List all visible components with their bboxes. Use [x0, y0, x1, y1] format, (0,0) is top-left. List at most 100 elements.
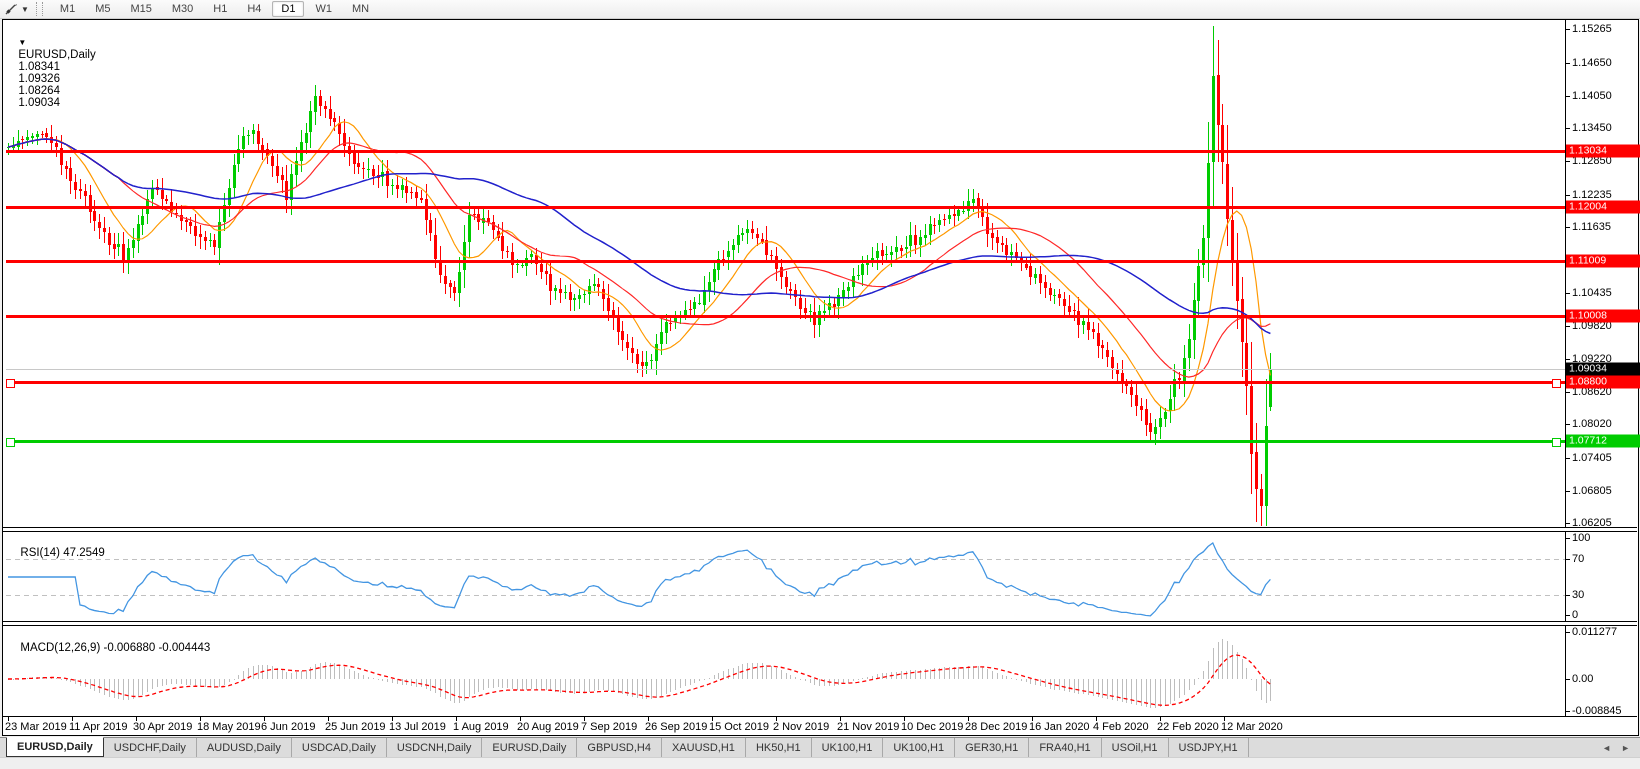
chart-ohlc-header: ▼ EURUSD,Daily 1.08341 1.09326 1.08264 1…	[12, 25, 99, 109]
macd-axis-label: 0.011277	[1572, 626, 1617, 638]
macd-axis-tick	[1565, 679, 1570, 680]
rsi-indicator-canvas[interactable]	[6, 532, 1565, 621]
timeframe-button-mn[interactable]: MN	[343, 1, 378, 17]
timeframe-button-m15[interactable]: M15	[121, 1, 160, 17]
macd-axis-label: -0.008845	[1572, 705, 1622, 717]
symbol-tab-fra40-h1[interactable]: FRA40,H1	[1029, 738, 1101, 757]
date-axis-label: 25 Jun 2019	[325, 721, 386, 733]
line-drag-handle[interactable]	[6, 438, 15, 447]
horizontal-line-object[interactable]	[6, 381, 1565, 384]
timeframe-button-m30[interactable]: M30	[163, 1, 202, 17]
price-axis-tick	[1565, 96, 1570, 97]
symbol-tab-usdcnh-daily[interactable]: USDCNH,Daily	[387, 738, 483, 757]
timeframe-button-w1[interactable]: W1	[306, 1, 341, 17]
price-axis-tick	[1565, 227, 1570, 228]
horizontal-line-object[interactable]	[6, 440, 1565, 443]
tab-scroll-right-icon[interactable]: ►	[1621, 743, 1630, 753]
date-axis-label: 22 Feb 2020	[1157, 721, 1219, 733]
symbol-tab-audusd-daily[interactable]: AUDUSD,Daily	[197, 738, 292, 757]
line-drag-handle[interactable]	[1552, 379, 1561, 388]
status-strip	[0, 757, 1640, 769]
price-level-badge: 1.07712	[1566, 435, 1640, 448]
macd-axis-tick	[1565, 632, 1570, 633]
price-level-badge: 1.10008	[1566, 310, 1640, 323]
line-drag-handle[interactable]	[1552, 438, 1561, 447]
timeframe-button-group: M1M5M15M30H1H4D1W1MN	[46, 0, 383, 18]
current-price-line[interactable]	[6, 369, 1565, 370]
timeframe-button-h4[interactable]: H4	[238, 1, 270, 17]
ohlc-high: 1.09326	[18, 73, 60, 85]
date-axis-label: 26 Sep 2019	[645, 721, 707, 733]
macd-indicator-canvas[interactable]	[6, 626, 1565, 716]
price-axis-tick	[1565, 326, 1570, 327]
macd-pane-label: MACD(12,26,9) -0.006880 -0.004443	[14, 630, 210, 654]
rsi-axis-label: 30	[1572, 589, 1584, 601]
price-level-badge: 1.09034	[1566, 363, 1640, 376]
price-axis-label: 1.06205	[1572, 517, 1612, 529]
date-axis-label: 6 Jun 2019	[261, 721, 315, 733]
price-axis-tick	[1565, 458, 1570, 459]
symbol-tab-hk50-h1[interactable]: HK50,H1	[746, 738, 812, 757]
macd-axis-label: 0.00	[1572, 673, 1593, 685]
toolbar-drag-handle[interactable]	[36, 2, 43, 16]
line-drag-handle[interactable]	[6, 379, 15, 388]
date-axis-label: 2 Nov 2019	[773, 721, 829, 733]
rsi-axis-label: 100	[1572, 532, 1590, 544]
tool-dropdown-caret-icon[interactable]: ▼	[21, 5, 29, 14]
symbol-tab-bar: EURUSD,DailyUSDCHF,DailyAUDUSD,DailyUSDC…	[0, 737, 1640, 757]
rsi-axis-tick	[1565, 595, 1570, 596]
price-level-badge: 1.08800	[1566, 376, 1640, 389]
rsi-axis-tick	[1565, 538, 1570, 539]
chart-header-collapse-icon[interactable]: ▼	[18, 38, 26, 47]
price-axis-label: 1.10435	[1572, 287, 1612, 299]
date-axis-label: 20 Aug 2019	[517, 721, 579, 733]
price-axis-label: 1.08020	[1572, 418, 1612, 430]
rsi-pane-label: RSI(14) 47.2549	[14, 535, 105, 559]
timeframe-button-h1[interactable]: H1	[204, 1, 236, 17]
symbol-tab-uk100-h1[interactable]: UK100,H1	[883, 738, 955, 757]
ohlc-low: 1.08264	[18, 85, 60, 97]
date-axis-label: 7 Sep 2019	[581, 721, 637, 733]
price-axis-label: 1.15265	[1572, 23, 1612, 35]
date-axis-label: 10 Dec 2019	[901, 721, 963, 733]
symbol-tab-usdcad-daily[interactable]: USDCAD,Daily	[292, 738, 387, 757]
timeframe-button-m5[interactable]: M5	[86, 1, 119, 17]
price-chart-canvas[interactable]	[6, 21, 1565, 527]
ohlc-close: 1.09034	[18, 97, 60, 109]
symbol-tab-xauusd-h1[interactable]: XAUUSD,H1	[662, 738, 746, 757]
symbol-tab-gbpusd-h4[interactable]: GBPUSD,H4	[577, 738, 662, 757]
price-axis-tick	[1565, 161, 1570, 162]
price-axis-label: 1.13450	[1572, 122, 1612, 134]
symbol-tab-eurusd-daily[interactable]: EURUSD,Daily	[6, 737, 104, 757]
price-axis-tick	[1565, 128, 1570, 129]
symbol-tab-usdchf-daily[interactable]: USDCHF,Daily	[104, 738, 197, 757]
price-axis-tick	[1565, 491, 1570, 492]
price-axis-label: 1.14050	[1572, 90, 1612, 102]
price-axis-tick	[1565, 523, 1570, 524]
price-level-badge: 1.11009	[1566, 255, 1640, 268]
horizontal-line-object[interactable]	[6, 206, 1565, 209]
date-axis-label: 23 Mar 2019	[5, 721, 67, 733]
tab-scroll-left-icon[interactable]: ◄	[1602, 743, 1611, 753]
horizontal-line-object[interactable]	[6, 150, 1565, 153]
price-axis-tick	[1565, 63, 1570, 64]
crosshair-tool-icon[interactable]	[4, 3, 18, 16]
rsi-axis-label: 70	[1572, 553, 1584, 565]
date-axis-label: 18 May 2019	[197, 721, 261, 733]
price-level-badge: 1.12004	[1566, 201, 1640, 214]
timeframe-button-d1[interactable]: D1	[272, 1, 304, 17]
ohlc-open: 1.08341	[18, 61, 60, 73]
price-axis-tick	[1565, 424, 1570, 425]
timeframe-button-m1[interactable]: M1	[51, 1, 84, 17]
date-axis-label: 13 Jul 2019	[389, 721, 446, 733]
symbol-tab-uk100-h1[interactable]: UK100,H1	[812, 738, 884, 757]
symbol-tab-ger30-h1[interactable]: GER30,H1	[955, 738, 1029, 757]
symbol-tab-eurusd-daily[interactable]: EURUSD,Daily	[482, 738, 577, 757]
symbol-tab-usoil-h1[interactable]: USOil,H1	[1102, 738, 1169, 757]
horizontal-line-object[interactable]	[6, 260, 1565, 263]
price-axis-label: 1.14650	[1572, 57, 1612, 69]
date-axis-label: 12 Mar 2020	[1221, 721, 1283, 733]
symbol-tab-usdjpy-h1[interactable]: USDJPY,H1	[1169, 738, 1249, 757]
rsi-axis-tick	[1565, 615, 1570, 616]
horizontal-line-object[interactable]	[6, 315, 1565, 318]
